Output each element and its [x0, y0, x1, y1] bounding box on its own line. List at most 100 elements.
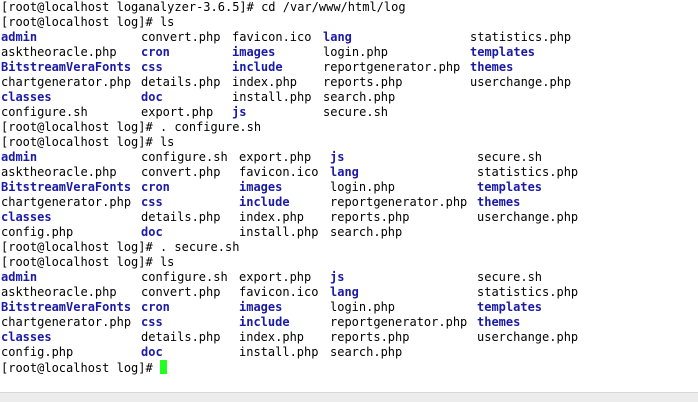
directory-entry: themes: [470, 60, 514, 74]
directory-entry: lang: [323, 30, 352, 44]
file-entry: reportgenerator.php: [323, 60, 461, 74]
directory-entry: cron: [141, 180, 170, 194]
ls-row: asktheoracle.php cron images login.php t…: [1, 45, 535, 60]
file-entry: asktheoracle.php: [1, 45, 117, 59]
directory-entry: admin: [1, 30, 38, 44]
ls-row: asktheoracle.php convert.php favicon.ico…: [1, 285, 578, 300]
directory-entry: images: [239, 300, 283, 314]
directory-entry: images: [232, 45, 276, 59]
file-entry: reportgenerator.php: [330, 195, 468, 209]
file-entry: export.php: [239, 150, 312, 164]
ls-row: config.php doc install.php search.php: [1, 345, 402, 360]
directory-entry: BitstreamVeraFonts: [1, 60, 132, 74]
directory-entry: classes: [1, 330, 52, 344]
directory-entry: js: [330, 270, 345, 284]
file-entry: userchange.php: [477, 330, 579, 344]
file-entry: statistics.php: [470, 30, 572, 44]
ls-row: admin convert.php favicon.ico lang stati…: [1, 30, 571, 45]
file-entry: index.php: [239, 210, 305, 224]
file-entry: config.php: [1, 225, 74, 239]
ls-row: config.php doc install.php search.php: [1, 225, 402, 240]
file-entry: login.php: [330, 180, 396, 194]
directory-entry: include: [239, 195, 290, 209]
horizontal-scrollbar[interactable]: [0, 392, 698, 402]
directory-entry: BitstreamVeraFonts: [1, 180, 132, 194]
command-line: [root@localhost log]# ls: [1, 135, 175, 149]
directory-entry: js: [330, 150, 345, 164]
directory-entry: templates: [477, 180, 543, 194]
file-entry: configure.sh: [1, 105, 88, 119]
file-entry: chartgenerator.php: [1, 75, 132, 89]
file-entry: convert.php: [141, 30, 221, 44]
file-entry: config.php: [1, 345, 74, 359]
file-entry: reports.php: [330, 210, 410, 224]
command-line: [root@localhost log]# ls: [1, 15, 175, 29]
file-entry: configure.sh: [141, 270, 228, 284]
file-entry: asktheoracle.php: [1, 165, 117, 179]
ls-row: classes doc install.php search.php: [1, 90, 395, 105]
file-entry: search.php: [323, 90, 396, 104]
ls-row: chartgenerator.php details.php index.php…: [1, 75, 571, 90]
file-entry: secure.sh: [477, 270, 543, 284]
file-entry: secure.sh: [323, 105, 389, 119]
ls-row: BitstreamVeraFonts cron images login.php…: [1, 300, 542, 315]
ls-row: chartgenerator.php css include reportgen…: [1, 315, 520, 330]
file-entry: asktheoracle.php: [1, 285, 117, 299]
ls-row: configure.sh export.php js secure.sh: [1, 105, 388, 120]
terminal-window[interactable]: [root@localhost loganalyzer-3.6.5]# cd /…: [0, 0, 698, 392]
directory-entry: admin: [1, 150, 38, 164]
directory-entry: cron: [141, 300, 170, 314]
file-entry: search.php: [330, 345, 403, 359]
file-entry: reports.php: [323, 75, 403, 89]
file-entry: export.php: [141, 105, 214, 119]
directory-entry: admin: [1, 270, 38, 284]
command-line: [root@localhost log]# . secure.sh: [1, 240, 240, 254]
file-entry: chartgenerator.php: [1, 195, 132, 209]
file-entry: details.php: [141, 210, 221, 224]
ls-row: BitstreamVeraFonts css include reportgen…: [1, 60, 513, 75]
file-entry: index.php: [239, 330, 305, 344]
file-entry: convert.php: [141, 285, 221, 299]
prompt-line[interactable]: [root@localhost log]#: [1, 360, 167, 375]
file-entry: userchange.php: [477, 210, 579, 224]
file-entry: login.php: [330, 300, 396, 314]
file-entry: login.php: [323, 45, 389, 59]
directory-entry: js: [232, 105, 247, 119]
directory-entry: images: [239, 180, 283, 194]
ls-row: admin configure.sh export.php js secure.…: [1, 150, 542, 165]
directory-entry: templates: [477, 300, 543, 314]
ls-row: BitstreamVeraFonts cron images login.php…: [1, 180, 542, 195]
file-entry: favicon.ico: [239, 285, 319, 299]
file-entry: search.php: [330, 225, 403, 239]
ls-row: classes details.php index.php reports.ph…: [1, 330, 578, 345]
directory-entry: classes: [1, 90, 52, 104]
file-entry: statistics.php: [477, 165, 579, 179]
file-entry: details.php: [141, 330, 221, 344]
file-entry: favicon.ico: [239, 165, 319, 179]
ls-row: admin configure.sh export.php js secure.…: [1, 270, 542, 285]
directory-entry: lang: [330, 285, 359, 299]
command-line: [root@localhost loganalyzer-3.6.5]# cd /…: [1, 0, 406, 14]
file-entry: statistics.php: [477, 285, 579, 299]
file-entry: chartgenerator.php: [1, 315, 132, 329]
file-entry: reports.php: [330, 330, 410, 344]
file-entry: install.php: [239, 225, 319, 239]
directory-entry: css: [141, 315, 163, 329]
ls-row: asktheoracle.php convert.php favicon.ico…: [1, 165, 578, 180]
directory-entry: themes: [477, 315, 521, 329]
shell-prompt: [root@localhost log]#: [1, 361, 160, 375]
directory-entry: doc: [141, 90, 163, 104]
ls-row: classes details.php index.php reports.ph…: [1, 210, 578, 225]
command-line: [root@localhost log]# . configure.sh: [1, 120, 262, 134]
directory-entry: lang: [330, 165, 359, 179]
directory-entry: classes: [1, 210, 52, 224]
ls-row: chartgenerator.php css include reportgen…: [1, 195, 520, 210]
file-entry: export.php: [239, 270, 312, 284]
file-entry: reportgenerator.php: [330, 315, 468, 329]
file-entry: install.php: [239, 345, 319, 359]
directory-entry: css: [141, 195, 163, 209]
directory-entry: doc: [141, 345, 163, 359]
directory-entry: themes: [477, 195, 521, 209]
directory-entry: cron: [141, 45, 170, 59]
text-cursor: [159, 360, 167, 374]
